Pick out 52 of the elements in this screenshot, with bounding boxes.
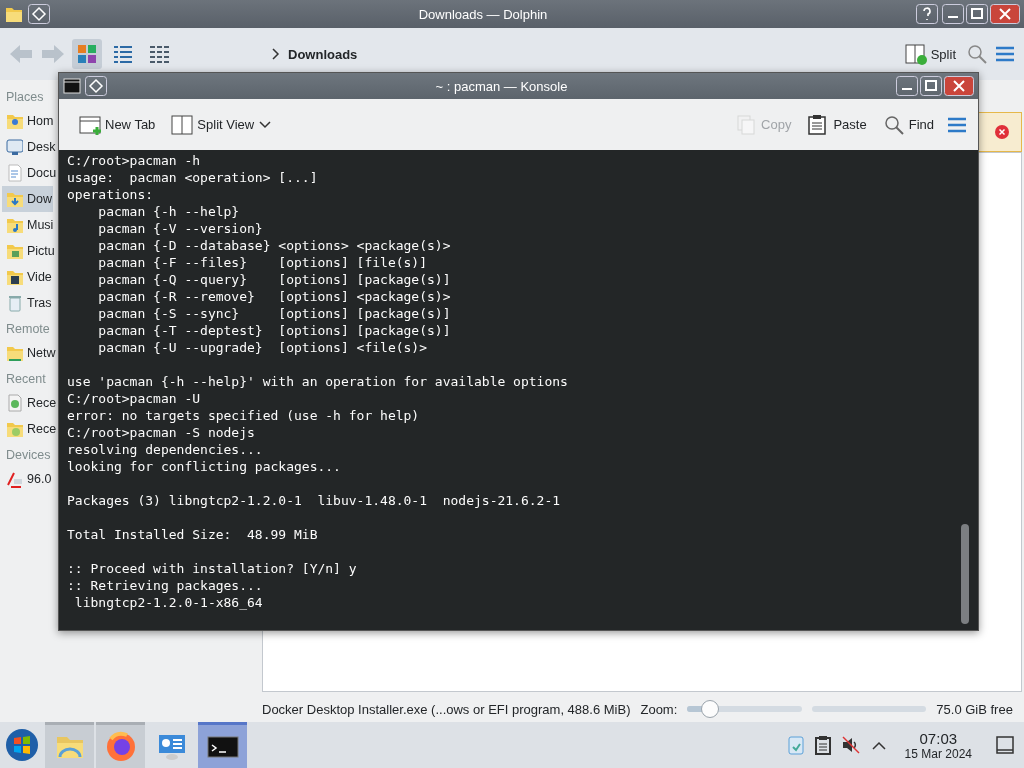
terminal-line: error: no targets specified (use -h for help)	[67, 407, 421, 424]
sidebar-item[interactable]: Hom	[2, 108, 55, 134]
terminal-line: resolving dependencies...	[67, 441, 264, 458]
sidebar-item[interactable]: Dow	[2, 186, 53, 212]
terminal-line: use 'pacman {-h --help}' with an operation for available options	[67, 373, 569, 390]
terminal-line: usage: pacman <operation> [...]	[67, 169, 319, 186]
terminal-line: pacman {-U --upgrade} [options] <file(s)>	[97, 339, 429, 356]
terminal-line: pacman {-D --database} <options> <package(s)>	[97, 237, 452, 254]
terminal-line: pacman {-S --sync} [options] [package(s)]	[97, 305, 452, 322]
sidebar-item[interactable]: Vide	[2, 264, 53, 290]
section-heading: Recent	[6, 372, 46, 386]
zoom-label: Zoom:	[640, 701, 678, 717]
breadcrumb-item: Downloads	[288, 46, 358, 62]
sidebar-item[interactable]: Tras	[2, 290, 53, 316]
terminal-line: Total Installed Size: 48.99 MiB	[67, 526, 319, 543]
terminal-line: C:/root>pacman -S nodejs	[67, 424, 256, 441]
terminal-line: C:/root>pacman -h	[67, 152, 202, 169]
free-space-text: 75.0 GiB free	[936, 701, 1013, 717]
terminal-line: operations:	[67, 186, 155, 203]
terminal-line: pacman {-V --version}	[97, 220, 264, 237]
split-view-button[interactable]: Split View	[167, 109, 277, 140]
sidebar-item[interactable]: Netw	[2, 340, 57, 366]
section-heading: Devices	[6, 448, 51, 462]
status-text: Docker Desktop Installer.exe (...ows or EFI program, 488.6 MiB)	[262, 701, 631, 717]
sidebar-item[interactable]: 96.0	[2, 466, 53, 492]
clock-date: 15 Mar 2024	[904, 746, 972, 761]
sidebar-item[interactable]: Rece	[2, 416, 58, 442]
section-heading: Places	[6, 90, 44, 104]
terminal-line: looking for conflicting packages...	[67, 458, 342, 475]
find-button[interactable]: Find	[878, 109, 938, 140]
window-title: Downloads — Dolphin	[417, 6, 549, 22]
terminal-line: pacman {-F --files} [options] [file(s)]	[97, 254, 429, 271]
window-title: ~ : pacman — Konsole	[434, 78, 569, 94]
terminal-line: pacman {-h --help}	[97, 203, 241, 220]
paste-button[interactable]: Paste	[803, 109, 871, 140]
terminal-line: pacman {-R --remove} [options] <package(s)>	[97, 288, 452, 305]
terminal-line: libngtcp2-1.2.0-1-x86_64	[73, 594, 264, 611]
section-heading: Remote	[6, 322, 50, 336]
terminal-line: :: Proceed with installation? [Y/n] y	[67, 560, 358, 577]
sidebar-item[interactable]: Docu	[2, 160, 58, 186]
terminal-line: pacman {-Q --query} [options] [package(s)]	[97, 271, 452, 288]
terminal-line: :: Retrieving packages...	[67, 577, 264, 594]
clock-time: 07:03	[919, 729, 958, 747]
sidebar-item[interactable]: Pictu	[2, 238, 56, 264]
terminal-line: pacman {-T --deptest} [options] [package(s)]	[97, 322, 452, 339]
sidebar-item[interactable]: Desk	[2, 134, 57, 160]
sidebar-item[interactable]: Musi	[2, 212, 55, 238]
sidebar-item[interactable]: Rece	[2, 390, 58, 416]
split-button[interactable]: Split	[900, 39, 960, 69]
new-tab-button[interactable]: New Tab	[75, 109, 160, 140]
terminal-line: C:/root>pacman -U	[67, 390, 202, 407]
terminal-line: Packages (3) libngtcp2-1.2.0-1 libuv-1.48.0-1 nodejs-21.6.2-1	[67, 492, 562, 509]
